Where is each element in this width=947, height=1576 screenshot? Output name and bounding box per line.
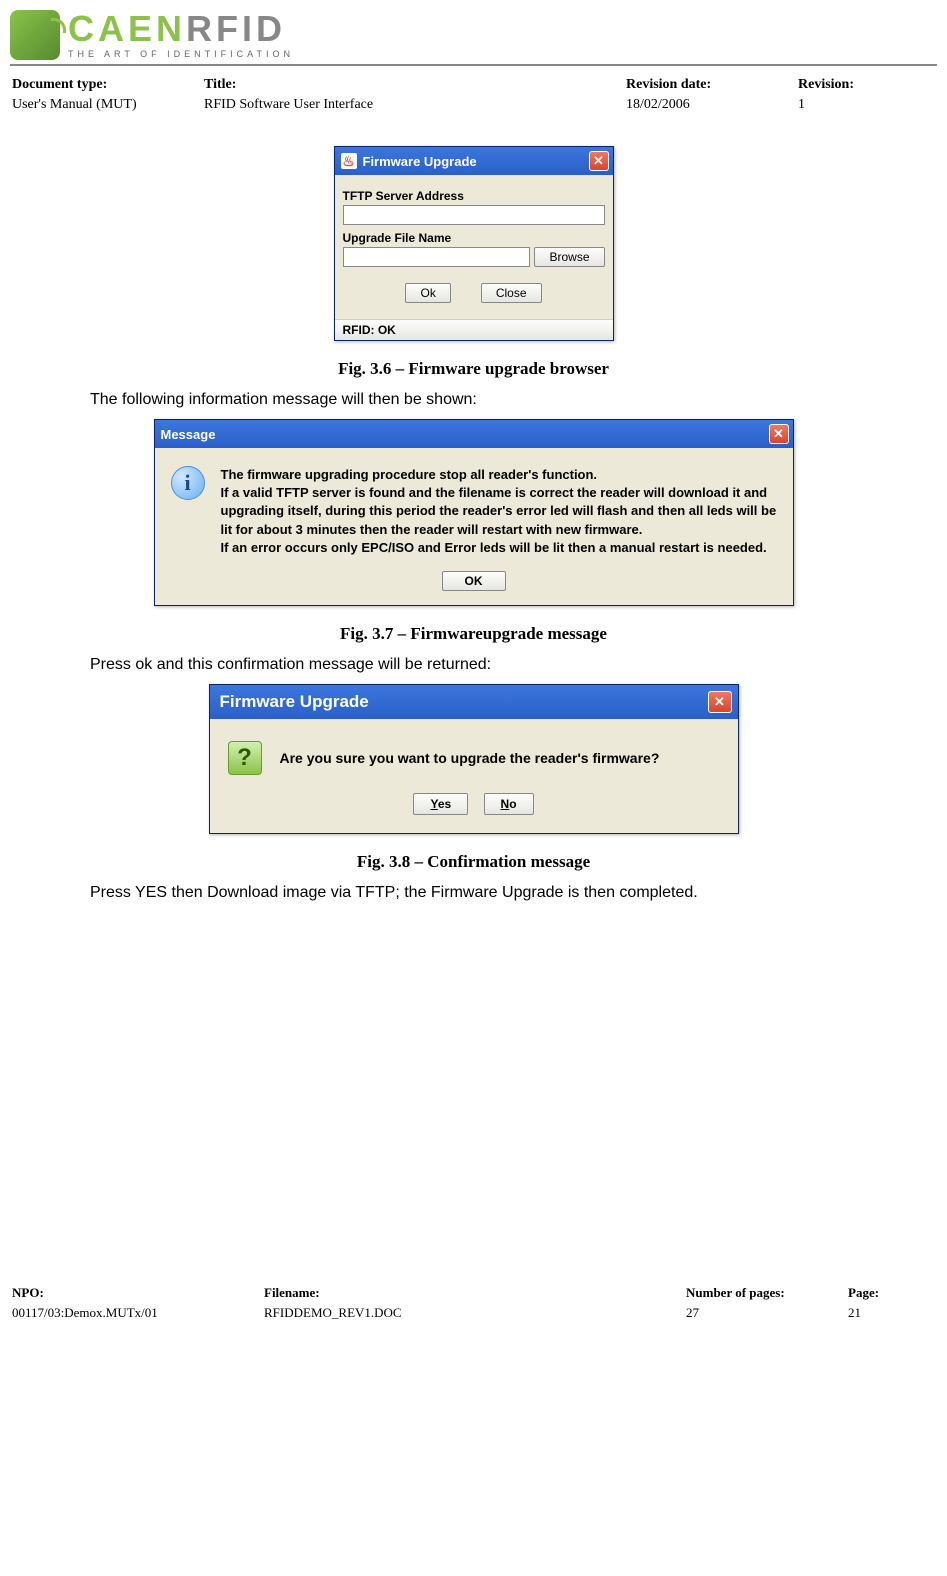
doc-footer-table: NPO: Filename: Number of pages: Page: 00… <box>10 1282 937 1324</box>
paragraph-1: The following information message will t… <box>90 391 857 409</box>
close-button[interactable]: Close <box>481 283 542 303</box>
filename-value: RFIDDEMO_REV1.DOC <box>264 1304 684 1322</box>
close-icon[interactable]: ✕ <box>708 691 732 713</box>
page-label: Page: <box>848 1284 935 1302</box>
no-button[interactable]: No <box>484 793 534 815</box>
rev-date-label: Revision date: <box>626 76 796 94</box>
message-dialog: Message ✕ i The firmware upgrading proce… <box>154 419 794 606</box>
logo-rfid: RFID <box>186 8 286 49</box>
figure-3-8-caption: Fig. 3.8 – Confirmation message <box>90 852 857 872</box>
figure-3-6-caption: Fig. 3.6 – Firmware upgrade browser <box>90 359 857 379</box>
npo-label: NPO: <box>12 1284 262 1302</box>
npo-value: 00117/03:Demox.MUTx/01 <box>12 1304 262 1322</box>
info-icon: i <box>171 466 205 500</box>
upgrade-file-input[interactable] <box>343 247 531 267</box>
dialog-title: Firmware Upgrade <box>220 692 369 712</box>
upgrade-file-label: Upgrade File Name <box>343 231 605 245</box>
num-pages-value: 27 <box>686 1304 846 1322</box>
close-icon[interactable]: ✕ <box>769 424 789 444</box>
titlebar: Message ✕ <box>155 420 793 448</box>
question-icon: ? <box>228 741 262 775</box>
logo-tagline: THE ART OF IDENTIFICATION <box>68 49 294 59</box>
page-value: 21 <box>848 1304 935 1322</box>
tftp-label: TFTP Server Address <box>343 189 605 203</box>
revision-value: 1 <box>798 96 935 114</box>
confirm-dialog: Firmware Upgrade ✕ ? Are you sure you wa… <box>209 684 739 834</box>
ok-button[interactable]: OK <box>442 571 506 591</box>
dialog-title: Firmware Upgrade <box>363 154 477 169</box>
doc-type-label: Document type: <box>12 76 202 94</box>
close-icon[interactable]: ✕ <box>589 151 609 171</box>
msg-line-1: The firmware upgrading procedure stop al… <box>221 466 777 484</box>
title-value: RFID Software User Interface <box>204 96 624 114</box>
figure-3-7-caption: Fig. 3.7 – Firmwareupgrade message <box>90 624 857 644</box>
java-icon: ♨ <box>341 153 357 169</box>
msg-line-3: If an error occurs only EPC/ISO and Erro… <box>221 539 777 557</box>
msg-line-2: If a valid TFTP server is found and the … <box>221 484 777 539</box>
logo-header: CAENRFID THE ART OF IDENTIFICATION <box>10 10 937 66</box>
browse-button[interactable]: Browse <box>534 247 604 267</box>
dialog-title: Message <box>161 427 216 442</box>
logo-caen: CAEN <box>68 8 186 49</box>
paragraph-2: Press ok and this confirmation message w… <box>90 656 857 674</box>
revision-label: Revision: <box>798 76 935 94</box>
logo-mark <box>10 10 60 60</box>
titlebar: ♨ Firmware Upgrade ✕ <box>335 147 613 175</box>
firmware-upgrade-dialog: ♨ Firmware Upgrade ✕ TFTP Server Address… <box>334 146 614 341</box>
num-pages-label: Number of pages: <box>686 1284 846 1302</box>
titlebar: Firmware Upgrade ✕ <box>210 685 738 719</box>
title-label: Title: <box>204 76 624 94</box>
rev-date-value: 18/02/2006 <box>626 96 796 114</box>
status-bar: RFID: OK <box>335 319 613 340</box>
filename-label: Filename: <box>264 1284 684 1302</box>
doc-header-table: Document type: Title: Revision date: Rev… <box>10 74 937 116</box>
confirm-text: Are you sure you want to upgrade the rea… <box>280 750 660 766</box>
yes-button[interactable]: Yes <box>413 793 468 815</box>
ok-button[interactable]: Ok <box>405 283 450 303</box>
tftp-input[interactable] <box>343 205 605 225</box>
doc-type-value: User's Manual (MUT) <box>12 96 202 114</box>
message-text: The firmware upgrading procedure stop al… <box>221 466 777 557</box>
paragraph-3: Press YES then Download image via TFTP; … <box>90 884 857 902</box>
